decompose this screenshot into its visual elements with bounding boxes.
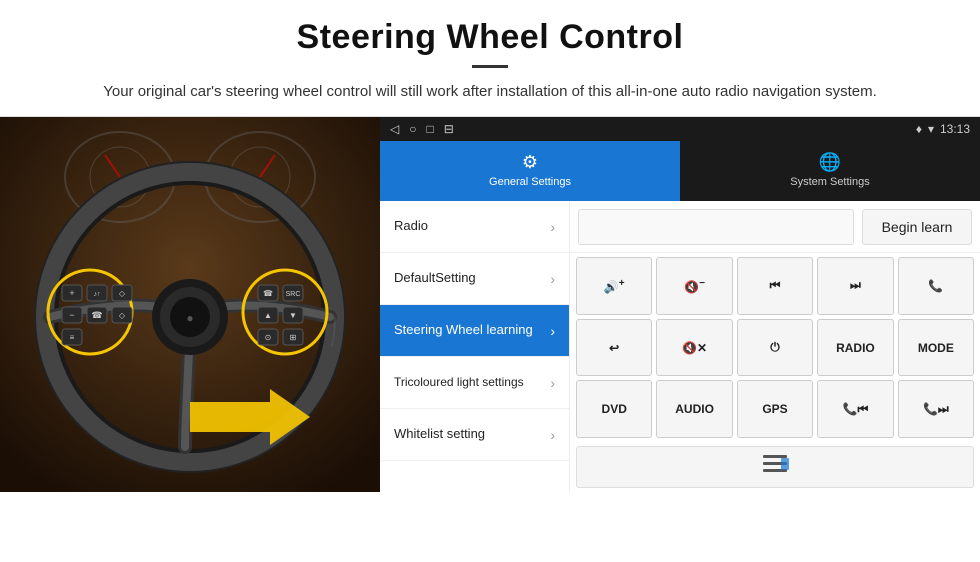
svg-text:☎: ☎ [91,310,102,320]
next-track-button[interactable]: ⏭ [817,257,893,315]
svg-text:◇: ◇ [119,289,126,298]
tel-prev-button[interactable]: 📞⏮ [817,380,893,438]
chevron-icon: › [550,427,555,443]
svg-text:●: ● [186,311,193,325]
vol-down-button[interactable]: 🔇− [656,257,732,315]
vol-up-icon: 🔊+ [604,278,625,294]
prev-track-button[interactable]: ⏮ [737,257,813,315]
hang-up-button[interactable]: ↩ [576,319,652,377]
begin-learn-button[interactable]: Begin learn [862,209,972,245]
nav-cast-icon[interactable]: ⊟ [444,122,454,136]
nav-buttons: ◁ ○ □ ⊟ [390,122,454,136]
svg-text:⊙: ⊙ [265,333,272,342]
time-display: 13:13 [940,122,970,136]
chevron-icon: › [550,323,555,339]
android-ui: ◁ ○ □ ⊟ ♦ ▾ 13:13 ⚙ General Settings [380,117,980,492]
steering-wheel-svg: ● + ♪↑ ◇ − ☎ ◇ ≡ [0,117,380,492]
tel-next-button[interactable]: 📞⏭ [898,380,974,438]
audio-button[interactable]: AUDIO [656,380,732,438]
menu-item-steering[interactable]: Steering Wheel learning › [380,305,569,357]
header-divider [472,65,508,68]
menu-item-tricoloured[interactable]: Tricoloured light settings › [380,357,569,409]
wifi-icon: ▾ [928,122,934,136]
hang-up-icon: ↩ [609,341,619,355]
tab-system[interactable]: 🌐 System Settings [680,141,980,201]
svg-text:▲: ▲ [264,311,272,320]
controls-row-1: 🔊+ 🔇− ⏮ ⏭ 📞 [576,257,974,315]
tab-system-label: System Settings [790,176,869,188]
whitelist-icon [761,450,789,484]
svg-text:≡: ≡ [70,333,75,342]
nav-back-icon[interactable]: ◁ [390,122,399,136]
mode-button[interactable]: MODE [898,319,974,377]
svg-text:◇: ◇ [119,311,126,320]
begin-learn-row: Begin learn [570,201,980,253]
menu-item-default[interactable]: DefaultSetting › [380,253,569,305]
svg-text:SRC: SRC [286,291,301,298]
vol-up-button[interactable]: 🔊+ [576,257,652,315]
menu-list: Radio › DefaultSetting › Steering Wheel … [380,201,980,492]
mute-icon: 🔇✕ [682,341,707,355]
content-area: ● + ♪↑ ◇ − ☎ ◇ ≡ [0,116,980,491]
page-wrapper: Steering Wheel Control Your original car… [0,0,980,491]
power-icon: ⏻ [770,340,780,355]
tab-general[interactable]: ⚙ General Settings [380,141,680,201]
svg-text:▼: ▼ [289,311,297,320]
tel-prev-icon: 📞⏮ [843,402,869,417]
menu-item-radio[interactable]: Radio › [380,201,569,253]
mute-button[interactable]: 🔇✕ [656,319,732,377]
svg-text:☎: ☎ [263,289,273,298]
svg-text:♪↑: ♪↑ [94,291,101,298]
gps-button[interactable]: GPS [737,380,813,438]
radio-button[interactable]: RADIO [817,319,893,377]
learn-input-empty [578,209,854,245]
next-track-icon: ⏭ [850,278,861,293]
power-button[interactable]: ⏻ [737,319,813,377]
chevron-icon: › [550,375,555,391]
system-settings-icon: 🌐 [819,152,841,173]
phone-icon: 📞 [928,279,943,293]
chevron-icon: › [550,271,555,287]
page-title: Steering Wheel Control [40,18,940,57]
svg-text:+: + [69,288,74,298]
menu-right: Begin learn 🔊+ 🔇− [570,201,980,492]
controls-row-2: ↩ 🔇✕ ⏻ RADIO MODE [576,319,974,377]
tab-general-label: General Settings [489,176,571,188]
chevron-icon: › [550,219,555,235]
tab-bar: ⚙ General Settings 🌐 System Settings [380,141,980,201]
svg-text:⊞: ⊞ [290,333,297,342]
header-section: Steering Wheel Control Your original car… [0,0,980,116]
controls-row-3: DVD AUDIO GPS 📞⏮ 📞⏭ [576,380,974,438]
status-indicators: ♦ ▾ 13:13 [916,122,970,136]
controls-grid: 🔊+ 🔇− ⏮ ⏭ 📞 [570,253,980,442]
prev-track-icon: ⏮ [770,278,781,293]
tel-next-icon: 📞⏭ [923,402,949,417]
nav-recent-icon[interactable]: □ [426,122,433,136]
dvd-button[interactable]: DVD [576,380,652,438]
menu-item-whitelist[interactable]: Whitelist setting › [380,409,569,461]
whitelist-icon-row[interactable] [576,446,974,488]
svg-text:−: − [69,310,74,320]
header-description: Your original car's steering wheel contr… [100,80,880,104]
steering-wheel-image: ● + ♪↑ ◇ − ☎ ◇ ≡ [0,117,380,492]
location-icon: ♦ [916,122,922,136]
phone-button[interactable]: 📞 [898,257,974,315]
nav-home-icon[interactable]: ○ [409,122,416,136]
general-settings-icon: ⚙ [522,152,538,173]
status-bar: ◁ ○ □ ⊟ ♦ ▾ 13:13 [380,117,980,141]
menu-left: Radio › DefaultSetting › Steering Wheel … [380,201,570,492]
vol-down-icon: 🔇− [684,278,705,294]
